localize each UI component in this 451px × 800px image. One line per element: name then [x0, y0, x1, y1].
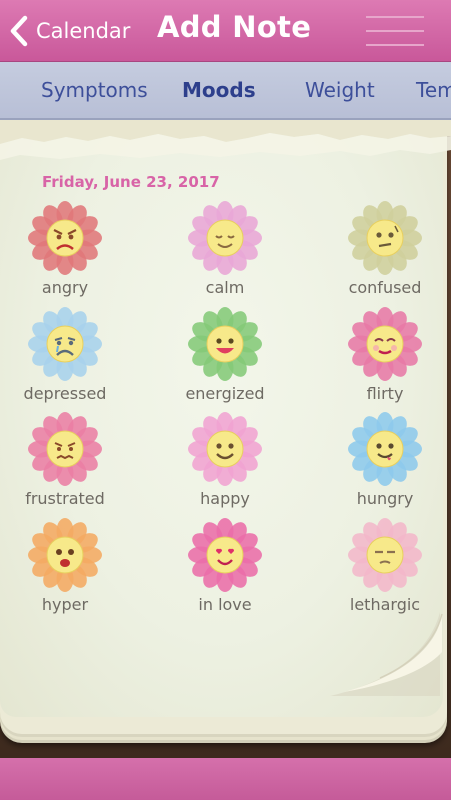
- tab-weight[interactable]: Weight: [305, 78, 375, 102]
- mood-label: in love: [198, 595, 252, 614]
- flirty-flower-icon: [348, 307, 422, 381]
- note-date: Friday, June 23, 2017: [42, 173, 220, 191]
- mood-frustrated[interactable]: frustrated: [10, 411, 120, 508]
- mood-confused[interactable]: confused: [330, 200, 440, 297]
- mood-lethargic[interactable]: lethargic: [330, 517, 440, 614]
- page-title: Add Note: [157, 10, 312, 44]
- tab-moods[interactable]: Moods: [182, 78, 256, 102]
- back-button[interactable]: Calendar: [8, 14, 130, 48]
- lethargic-flower-icon: [348, 518, 422, 592]
- mood-in-love[interactable]: in love: [170, 517, 280, 614]
- mood-label: hungry: [356, 489, 414, 508]
- happy-flower-icon: [188, 412, 262, 486]
- mood-label: frustrated: [25, 489, 105, 508]
- hamburger-icon: [366, 44, 424, 46]
- hamburger-icon: [366, 30, 424, 32]
- menu-button[interactable]: [366, 14, 424, 48]
- calm-flower-icon: [188, 201, 262, 275]
- mood-label: flirty: [366, 384, 404, 403]
- torn-paper-edge: [0, 120, 451, 160]
- mood-calm[interactable]: calm: [170, 200, 280, 297]
- category-tabs: Symptoms Moods Weight Tem: [0, 62, 451, 120]
- mood-happy[interactable]: happy: [170, 411, 280, 508]
- angry-flower-icon: [28, 201, 102, 275]
- back-button-label: Calendar: [36, 19, 131, 43]
- page-curl: [330, 612, 443, 696]
- tab-symptoms[interactable]: Symptoms: [41, 78, 148, 102]
- mood-label: angry: [41, 278, 89, 297]
- energized-flower-icon: [188, 307, 262, 381]
- frustrated-flower-icon: [28, 412, 102, 486]
- mood-label: calm: [205, 278, 245, 297]
- mood-label: energized: [185, 384, 265, 403]
- mood-energized[interactable]: energized: [170, 306, 280, 403]
- mood-angry[interactable]: angry: [10, 200, 120, 297]
- bottom-bar: [0, 758, 451, 800]
- hyper-flower-icon: [28, 518, 102, 592]
- inlove-flower-icon: [188, 518, 262, 592]
- mood-label: confused: [348, 278, 422, 297]
- hungry-flower-icon: [348, 412, 422, 486]
- mood-label: hyper: [41, 595, 89, 614]
- mood-flirty[interactable]: flirty: [330, 306, 440, 403]
- confused-flower-icon: [348, 201, 422, 275]
- mood-label: happy: [200, 489, 250, 508]
- mood-hungry[interactable]: hungry: [330, 411, 440, 508]
- tab-temperature[interactable]: Tem: [416, 78, 451, 102]
- depressed-flower-icon: [28, 307, 102, 381]
- mood-label: depressed: [23, 384, 107, 403]
- mood-hyper[interactable]: hyper: [10, 517, 120, 614]
- mood-depressed[interactable]: depressed: [10, 306, 120, 403]
- chevron-left-icon: [10, 15, 28, 47]
- mood-label: lethargic: [349, 595, 421, 614]
- hamburger-icon: [366, 16, 424, 18]
- header-bar: Calendar Add Note: [0, 0, 451, 62]
